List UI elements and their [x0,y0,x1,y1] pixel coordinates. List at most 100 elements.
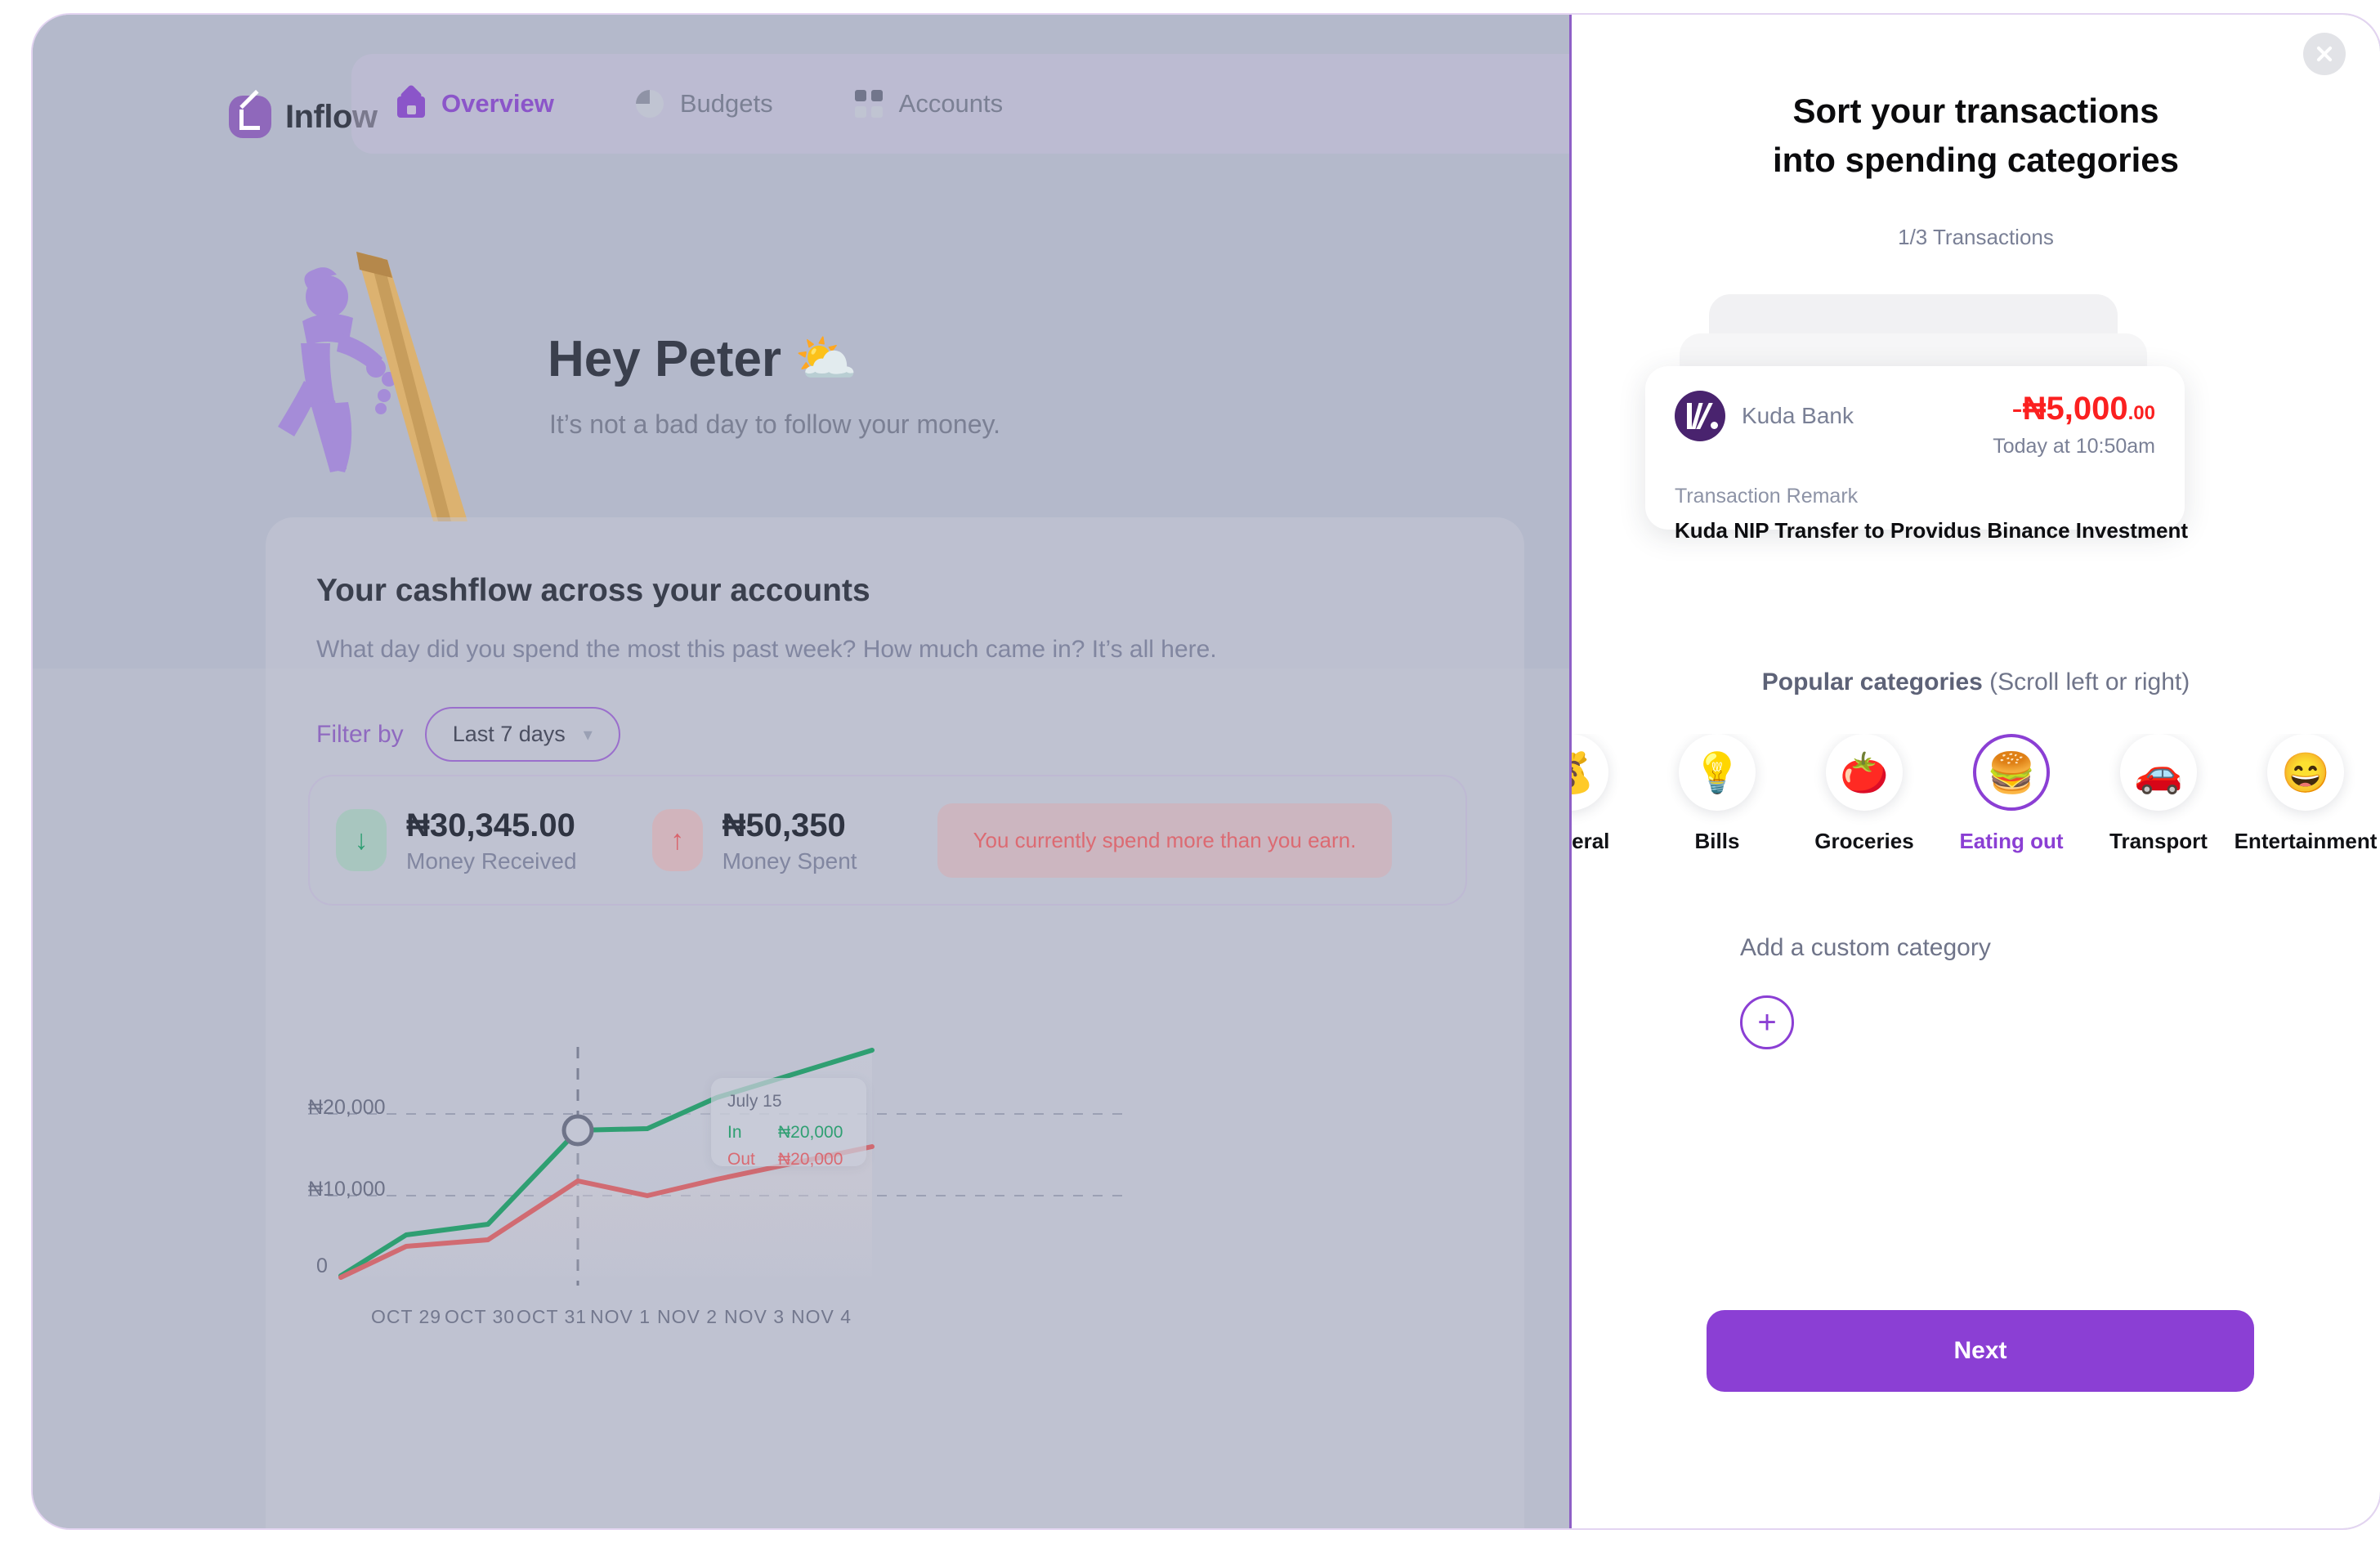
tooltip-value-out: ₦20,000 [778,1150,843,1169]
category-label-bills: Bills [1694,829,1740,853]
grid-icon [854,90,883,118]
cashflow-chart: ₦20,000 ₦10,000 0 July 15 In ₦20,000 Out… [308,959,1477,1514]
category-groceries[interactable]: 🍅 Groceries [1791,734,1938,854]
stat-money-spent: ↑ ₦50,350 Money Spent [651,806,857,874]
date-range-select[interactable]: Last 7 days ▾ [424,707,620,762]
nav-label-overview: Overview [441,89,554,118]
nav-item-accounts[interactable]: Accounts [854,89,1004,119]
transaction-progress: 1/3 Transactions [1898,225,2054,249]
amount-decimals: .00 [2127,402,2155,424]
category-label-groceries: Groceries [1814,829,1914,853]
category-eating-out[interactable]: 🍔 Eating out [1938,734,2085,854]
category-transport[interactable]: 🚗 Transport [2085,734,2232,854]
panel-title-line2: into spending categories [1772,140,2180,179]
greeting-subtitle: It’s not a bad day to follow your money. [549,409,1001,439]
tooltip-row-out: Out ₦20,000 [727,1150,850,1170]
nav-label-budgets: Budgets [679,89,773,118]
nav-item-budgets[interactable]: Budgets [635,89,773,119]
x-tick-0: OCT 29 [370,1306,442,1327]
category-general[interactable]: 💰 General [1572,734,1644,854]
category-label-entertainment: Entertainment [2234,829,2378,853]
hero-section: Hey Peter ⛅ It’s not a bad day to follow… [262,252,1488,521]
stat-money-received: ↓ ₦30,345.00 Money Received [336,806,577,874]
lightbulb-icon: 💡 [1679,734,1756,811]
cashflow-title: Your cashflow across your accounts [316,573,870,608]
filter-row: Filter by Last 7 days ▾ [316,707,620,762]
chevron-down-icon: ▾ [583,723,593,745]
transaction-card-stack: Kuda Bank -₦5,000.00 Today at 10:50am Tr… [1572,284,2380,611]
tooltip-key-out: Out [727,1150,755,1169]
categories-heading: Popular categories (Scroll left or right… [1572,669,2380,696]
home-icon [397,90,425,118]
category-entertainment[interactable]: 😄 Entertainment [2232,734,2379,854]
categories-heading-bold: Popular categories [1761,669,1983,695]
chart-tooltip: July 15 In ₦20,000 Out ₦20,000 [711,1078,866,1169]
amount-sign: - [2011,391,2023,427]
screenshot-root: Inflow Overview Budgets Accounts Hey Pet… [0,0,2380,1543]
transaction-remark: Kuda NIP Transfer to Providus Binance In… [1675,518,2189,543]
transaction-card[interactable]: Kuda Bank -₦5,000.00 Today at 10:50am Tr… [1645,366,2188,543]
category-label-general: General [1572,829,1610,853]
add-custom-category-label: Add a custom category [1740,934,1991,961]
category-scroller[interactable]: 💰 General 💡 Bills 🍅 Groceries 🍔 Eating o… [1572,734,2380,897]
panel-title-line1: Sort your transactions [1792,92,2159,130]
category-label-eating-out: Eating out [1959,829,2064,853]
transaction-remark-label: Transaction Remark [1675,485,1859,508]
category-bills[interactable]: 💡 Bills [1644,734,1791,854]
chart-plot [308,1047,1125,1286]
weather-emoji-icon: ⛅ [794,331,858,387]
x-tick-6: NOV 4 [790,1306,852,1327]
overspend-warning: You currently spend more than you earn. [937,803,1393,878]
tooltip-row-in: In ₦20,000 [727,1123,850,1143]
nav-label-accounts: Accounts [898,89,1004,118]
main-navigation: Overview Budgets Accounts [351,54,1675,154]
money-received-value: ₦30,345.00 [406,807,575,843]
cashflow-subtitle: What day did you spend the most this pas… [316,636,1217,663]
burger-icon: 🍔 [1973,734,2050,811]
page-title: Hey Peter ⛅ [548,329,857,389]
plus-icon[interactable]: + [1740,995,1794,1049]
arrow-up-icon: ↑ [651,809,703,871]
categories-heading-hint: (Scroll left or right) [1982,669,2190,695]
next-button[interactable]: Next [1707,1310,2254,1392]
app-window: Inflow Overview Budgets Accounts Hey Pet… [33,15,2380,1528]
y-tick-0: 0 [316,1255,328,1277]
tooltip-value-in: ₦20,000 [778,1123,843,1142]
greeting-text: Hey Peter [548,331,782,387]
transaction-amount-block: -₦5,000.00 Today at 10:50am [1993,391,2155,458]
summary-stats: ↓ ₦30,345.00 Money Received ↑ ₦50,350 Mo… [308,775,1467,906]
transaction-time: Today at 10:50am [1993,435,2155,458]
car-icon: 🚗 [2120,734,2197,811]
x-tick-3: NOV 1 [589,1306,651,1327]
grinning-face-icon: 😄 [2267,734,2344,811]
nav-item-overview[interactable]: Overview [397,89,554,119]
tooltip-date: July 15 [727,1092,782,1111]
arrow-down-icon: ↓ [336,809,387,871]
close-icon[interactable] [2303,33,2346,75]
category-label-transport: Transport [2109,829,2208,853]
pie-chart-icon [635,90,664,118]
money-received-label: Money Received [406,848,577,874]
y-tick-10000: ₦10,000 [308,1178,386,1201]
tomato-icon: 🍅 [1826,734,1903,811]
kuda-bank-logo-icon [1675,391,1725,441]
x-tick-2: OCT 31 [516,1306,588,1327]
person-with-pencil-illustration [278,252,468,521]
money-bag-icon: 💰 [1572,734,1608,811]
inflow-logo-icon [229,96,271,138]
cashflow-card: Your cashflow across your accounts What … [266,517,1524,1528]
money-spent-label: Money Spent [722,848,857,874]
money-spent-value: ₦50,350 [722,807,846,843]
y-tick-20000: ₦20,000 [308,1096,386,1119]
tooltip-key-in: In [727,1123,742,1142]
amount-main: ₦5,000 [2022,391,2128,427]
x-tick-4: NOV 2 [656,1306,718,1327]
x-tick-5: NOV 3 [723,1306,785,1327]
transaction-amount: -₦5,000.00 [1993,391,2155,427]
transaction-card-header: Kuda Bank -₦5,000.00 Today at 10:50am [1675,391,2155,458]
x-tick-1: OCT 30 [444,1306,516,1327]
bank-name: Kuda Bank [1742,403,1854,428]
sort-transactions-panel: Sort your transactions into spending cat… [1569,15,2380,1528]
bank-info: Kuda Bank [1675,391,1854,441]
panel-title: Sort your transactions into spending cat… [1572,87,2380,184]
